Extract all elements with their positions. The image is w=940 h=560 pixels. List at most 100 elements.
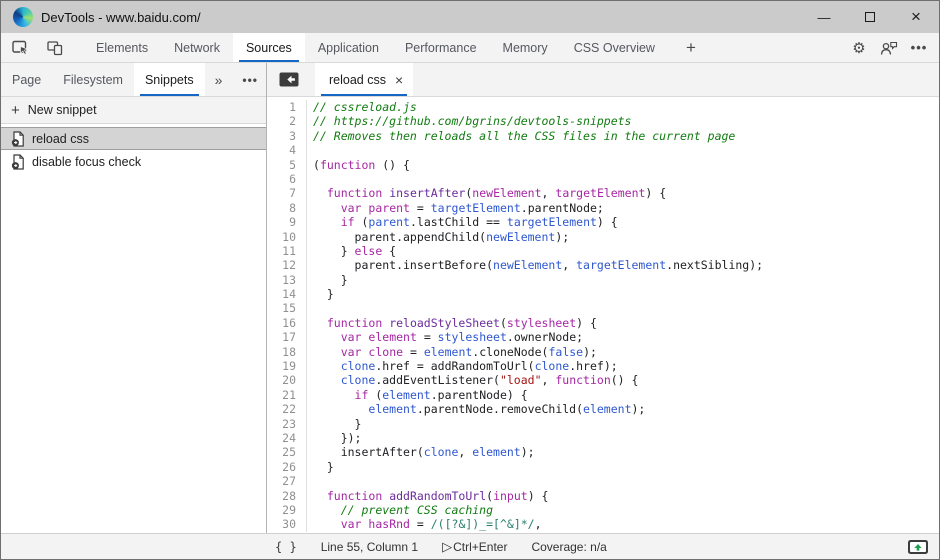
- maximize-icon: [865, 12, 875, 22]
- tab-elements[interactable]: Elements: [83, 33, 161, 62]
- tab-close-icon[interactable]: ×: [395, 72, 403, 88]
- line-number[interactable]: 13: [267, 273, 307, 287]
- code-line: 22 element.parentNode.removeChild(elemen…: [267, 402, 939, 416]
- code-line: 10 parent.appendChild(newElement);: [267, 230, 939, 244]
- line-number[interactable]: 22: [267, 402, 307, 416]
- navigator-more-icon[interactable]: •••: [232, 63, 268, 96]
- code-line: 30 var hasRnd = /([?&])_=[^&]*/,: [267, 517, 939, 531]
- code-line: 20 clone.addEventListener("load", functi…: [267, 373, 939, 387]
- tab-snippets[interactable]: Snippets: [134, 63, 205, 96]
- editor-tab-reload-css[interactable]: reload css ×: [315, 63, 413, 96]
- code-line: 19 clone.href = addRandomToUrl(clone.hre…: [267, 359, 939, 373]
- more-options-icon[interactable]: •••: [907, 36, 931, 60]
- code-line: 26 }: [267, 460, 939, 474]
- line-number[interactable]: 6: [267, 172, 307, 186]
- code-line: 21 if (element.parentNode) {: [267, 388, 939, 402]
- code-line: 27: [267, 474, 939, 488]
- new-snippet-label: New snippet: [28, 103, 97, 117]
- run-snippet-hint: ▷ Ctrl+Enter: [442, 539, 507, 555]
- code-line: 4: [267, 143, 939, 157]
- snippet-list: reload css disable focus check: [1, 124, 266, 533]
- sources-panel: Page Filesystem Snippets » ••• + New sni…: [1, 63, 939, 533]
- line-number[interactable]: 16: [267, 316, 307, 330]
- line-number[interactable]: 9: [267, 215, 307, 229]
- code-line: 1// cssreload.js: [267, 100, 939, 114]
- code-line: 5(function () {: [267, 158, 939, 172]
- code-line: 16 function reloadStyleSheet(stylesheet)…: [267, 316, 939, 330]
- line-number[interactable]: 25: [267, 445, 307, 459]
- tab-performance[interactable]: Performance: [392, 33, 490, 62]
- device-toolbar-icon[interactable]: [43, 36, 67, 60]
- navigator-pane: Page Filesystem Snippets » ••• + New sni…: [1, 63, 267, 533]
- line-number[interactable]: 2: [267, 114, 307, 128]
- line-number[interactable]: 21: [267, 388, 307, 402]
- code-line: 9 if (parent.lastChild == targetElement)…: [267, 215, 939, 229]
- main-toolbar: Elements Network Sources Application Per…: [1, 33, 939, 63]
- line-number[interactable]: 17: [267, 330, 307, 344]
- tab-application[interactable]: Application: [305, 33, 392, 62]
- line-number[interactable]: 7: [267, 186, 307, 200]
- code-line: 3// Removes then reloads all the CSS fil…: [267, 129, 939, 143]
- settings-gear-icon[interactable]: ⚙: [847, 36, 871, 60]
- line-number[interactable]: 24: [267, 431, 307, 445]
- editor-tab-label: reload css: [329, 73, 386, 87]
- feedback-icon[interactable]: [877, 36, 901, 60]
- line-number[interactable]: 27: [267, 474, 307, 488]
- code-line: 13 }: [267, 273, 939, 287]
- minimize-button[interactable]: —: [801, 1, 847, 33]
- statusbar: { } Line 55, Column 1 ▷ Ctrl+Enter Cover…: [1, 533, 939, 559]
- line-number[interactable]: 14: [267, 287, 307, 301]
- line-number[interactable]: 18: [267, 345, 307, 359]
- line-number[interactable]: 28: [267, 489, 307, 503]
- line-number[interactable]: 12: [267, 258, 307, 272]
- line-number[interactable]: 11: [267, 244, 307, 258]
- line-number[interactable]: 4: [267, 143, 307, 157]
- hide-navigator-icon[interactable]: [267, 63, 309, 96]
- code-line: 15: [267, 301, 939, 315]
- overflow-tabs-icon[interactable]: »: [205, 63, 233, 96]
- line-number[interactable]: 5: [267, 158, 307, 172]
- code-line: 29 // prevent CSS caching: [267, 503, 939, 517]
- navigator-tabs: Page Filesystem Snippets » •••: [1, 63, 266, 97]
- line-number[interactable]: 20: [267, 373, 307, 387]
- code-area[interactable]: 1// cssreload.js2// https://github.com/b…: [267, 97, 939, 533]
- line-number[interactable]: 15: [267, 301, 307, 315]
- snippet-name: reload css: [32, 132, 89, 146]
- tab-network[interactable]: Network: [161, 33, 233, 62]
- editor-pane: reload css × 1// cssreload.js2// https:/…: [267, 63, 939, 533]
- code-line: 12 parent.insertBefore(newElement, targe…: [267, 258, 939, 272]
- add-panel-button[interactable]: +: [668, 33, 714, 62]
- line-number[interactable]: 8: [267, 201, 307, 215]
- snippet-name: disable focus check: [32, 155, 141, 169]
- coverage-status: Coverage: n/a: [531, 540, 606, 554]
- titlebar[interactable]: DevTools - www.baidu.com/ — ×: [1, 1, 939, 33]
- line-number[interactable]: 23: [267, 417, 307, 431]
- snippet-item-reload-css[interactable]: reload css: [1, 127, 266, 150]
- line-number[interactable]: 3: [267, 129, 307, 143]
- line-number[interactable]: 1: [267, 100, 307, 114]
- devtools-window: { "window": { "title": "DevTools - www.b…: [0, 0, 940, 560]
- line-number[interactable]: 29: [267, 503, 307, 517]
- pretty-print-button[interactable]: { }: [275, 540, 297, 554]
- inspect-element-icon[interactable]: [9, 36, 33, 60]
- tab-css-overview[interactable]: CSS Overview: [561, 33, 668, 62]
- maximize-button[interactable]: [847, 1, 893, 33]
- line-number[interactable]: 30: [267, 517, 307, 531]
- code-line: 6: [267, 172, 939, 186]
- panel-tabs: Elements Network Sources Application Per…: [83, 33, 714, 62]
- cursor-position: Line 55, Column 1: [321, 540, 418, 554]
- close-button[interactable]: ×: [893, 1, 939, 33]
- line-number[interactable]: 10: [267, 230, 307, 244]
- new-snippet-button[interactable]: + New snippet: [1, 97, 266, 124]
- line-number[interactable]: 19: [267, 359, 307, 373]
- tab-memory[interactable]: Memory: [490, 33, 561, 62]
- tab-sources[interactable]: Sources: [233, 33, 305, 62]
- snippet-item-disable-focus-check[interactable]: disable focus check: [1, 150, 266, 173]
- drawer-toggle-icon[interactable]: [907, 539, 929, 555]
- tab-filesystem[interactable]: Filesystem: [52, 63, 134, 96]
- code-line: 18 var clone = element.cloneNode(false);: [267, 345, 939, 359]
- snippet-file-icon: [11, 131, 25, 147]
- code-line: 8 var parent = targetElement.parentNode;: [267, 201, 939, 215]
- tab-page[interactable]: Page: [1, 63, 52, 96]
- line-number[interactable]: 26: [267, 460, 307, 474]
